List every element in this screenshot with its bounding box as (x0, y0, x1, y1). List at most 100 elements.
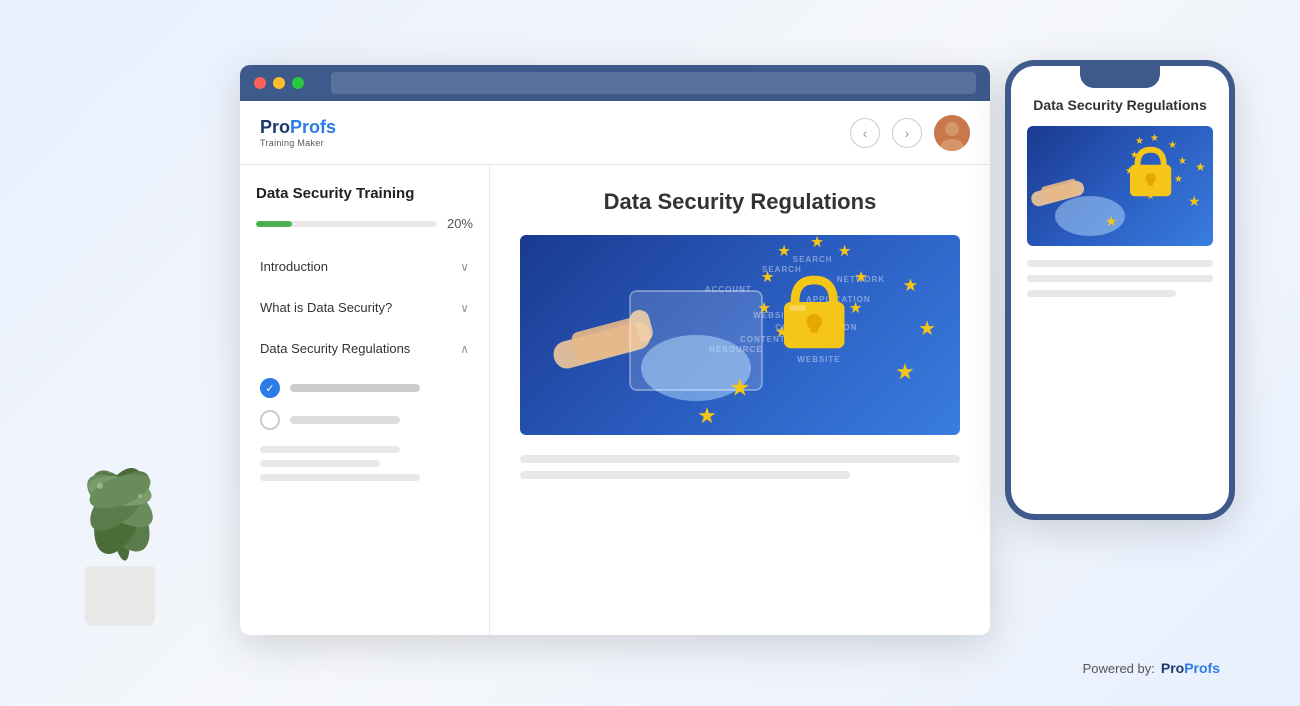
app-navbar: ProProfs Training Maker ‹ › (240, 101, 990, 165)
main-content: Data Security Training 20% Int (240, 165, 990, 635)
placeholder-lines (256, 442, 473, 492)
check-circle-2 (260, 410, 280, 430)
svg-text:★: ★ (805, 333, 819, 350)
svg-text:★: ★ (1146, 191, 1155, 202)
sidebar: Data Security Training 20% Int (240, 165, 490, 635)
powered-pro: Pro (1161, 660, 1184, 676)
item-label-bar-2 (290, 416, 400, 424)
ph-line-2 (260, 460, 380, 467)
svg-text:★: ★ (1150, 133, 1159, 144)
progress-section: 20% (256, 216, 473, 231)
avatar[interactable] (934, 115, 970, 151)
lesson-image: SEARCH ACCOUNT WEBSITE NETWORK CONTENT A… (520, 235, 960, 435)
svg-text:★: ★ (918, 318, 936, 340)
url-bar[interactable] (331, 72, 976, 94)
course-title: Data Security Training (256, 185, 473, 202)
svg-text:★: ★ (697, 403, 717, 428)
introduction-header[interactable]: Introduction ∨ (256, 249, 473, 284)
svg-text:★: ★ (775, 324, 789, 341)
browser-body: ProProfs Training Maker ‹ › (240, 101, 990, 635)
svg-text:★: ★ (810, 235, 824, 251)
maximize-dot[interactable] (292, 77, 304, 89)
phone-line-2 (1027, 275, 1213, 282)
check-circle-1: ✓ (260, 378, 280, 398)
logo-pro: Pro (260, 117, 290, 137)
phone-mockup: Data Security Regulations (1005, 60, 1235, 520)
content-lines (520, 455, 960, 479)
next-button[interactable]: › (892, 118, 922, 148)
svg-text:★: ★ (1130, 183, 1139, 194)
app-logo: ProProfs Training Maker (260, 118, 336, 148)
course-content-area: Data Security Regulations SEARCH ACCOUNT… (490, 165, 990, 635)
regulations-item-1[interactable]: ✓ (256, 372, 473, 404)
progress-label: 20% (447, 216, 473, 231)
svg-text:★: ★ (849, 300, 863, 317)
introduction-chevron: ∨ (460, 260, 469, 274)
ph-line-3 (260, 474, 420, 481)
progress-fill (256, 221, 292, 227)
svg-text:★: ★ (854, 269, 868, 286)
regulations-items: ✓ (256, 366, 473, 442)
sidebar-section-regulations: Data Security Regulations ∧ ✓ (256, 331, 473, 492)
browser-window: ProProfs Training Maker ‹ › (240, 65, 990, 635)
minimize-dot[interactable] (273, 77, 285, 89)
regulations-header[interactable]: Data Security Regulations ∧ (256, 331, 473, 366)
prev-button[interactable]: ‹ (850, 118, 880, 148)
introduction-title: Introduction (260, 259, 328, 274)
phone-placeholder-lines (1027, 260, 1213, 297)
powered-profs: Profs (1184, 660, 1220, 676)
svg-text:★: ★ (903, 275, 919, 295)
phone-image: ★ ★ ★ ★ ★ ★ ★ ★ ★ ★ ★ ★ ★ (1027, 126, 1213, 246)
phone-line-1 (1027, 260, 1213, 267)
svg-text:★: ★ (1125, 166, 1134, 177)
phone-lesson-title: Data Security Regulations (1027, 96, 1213, 114)
svg-text:★: ★ (1168, 140, 1177, 151)
svg-text:★: ★ (838, 243, 852, 260)
svg-text:★: ★ (1135, 136, 1144, 147)
svg-text:★: ★ (1163, 186, 1172, 197)
avatar-svg (934, 115, 970, 151)
svg-text:★: ★ (1195, 160, 1206, 174)
regulations-title: Data Security Regulations (260, 341, 410, 356)
svg-text:★: ★ (1130, 150, 1139, 161)
plant-decoration (60, 426, 180, 626)
progress-track (256, 221, 437, 227)
logo-profs: Profs (290, 117, 336, 137)
svg-text:★: ★ (777, 243, 791, 260)
svg-text:★: ★ (729, 375, 751, 402)
item-label-bar-1 (290, 384, 420, 392)
what-is-chevron: ∨ (460, 301, 469, 315)
progress-bar-container: 20% (256, 216, 473, 231)
phone-content: Data Security Regulations (1011, 66, 1229, 514)
eu-image-svg: ★ ★ ★ ★ ★ ★ ★ (520, 235, 960, 435)
phone-notch (1080, 66, 1160, 88)
regulations-item-2[interactable] (256, 404, 473, 436)
powered-by-label: Powered by: (1083, 661, 1155, 676)
svg-text:★: ★ (1188, 193, 1201, 209)
phone-line-3 (1027, 290, 1176, 297)
lesson-title: Data Security Regulations (520, 189, 960, 215)
powered-by: Powered by: ProProfs (1083, 660, 1220, 676)
svg-text:★: ★ (757, 300, 771, 317)
svg-text:★: ★ (1178, 156, 1187, 167)
svg-text:★: ★ (1105, 213, 1118, 229)
sidebar-section-introduction: Introduction ∨ (256, 249, 473, 284)
check-mark-1: ✓ (265, 382, 274, 395)
content-line-1 (520, 455, 960, 463)
regulations-chevron: ∧ (460, 342, 469, 356)
powered-logo: ProProfs (1161, 660, 1220, 676)
svg-text:★: ★ (832, 322, 846, 339)
close-dot[interactable] (254, 77, 266, 89)
svg-text:★: ★ (1174, 174, 1183, 185)
svg-text:★: ★ (895, 359, 915, 384)
content-line-2 (520, 471, 850, 479)
ph-line-1 (260, 446, 400, 453)
scene: ProProfs Training Maker ‹ › (0, 0, 1300, 706)
browser-titlebar (240, 65, 990, 101)
phone-image-svg: ★ ★ ★ ★ ★ ★ ★ ★ ★ ★ ★ ★ ★ (1027, 126, 1213, 246)
logo-subtitle: Training Maker (260, 138, 336, 148)
sidebar-section-what-is: What is Data Security? ∨ (256, 290, 473, 325)
what-is-header[interactable]: What is Data Security? ∨ (256, 290, 473, 325)
navbar-right: ‹ › (850, 115, 970, 151)
logo-text: ProProfs (260, 118, 336, 136)
